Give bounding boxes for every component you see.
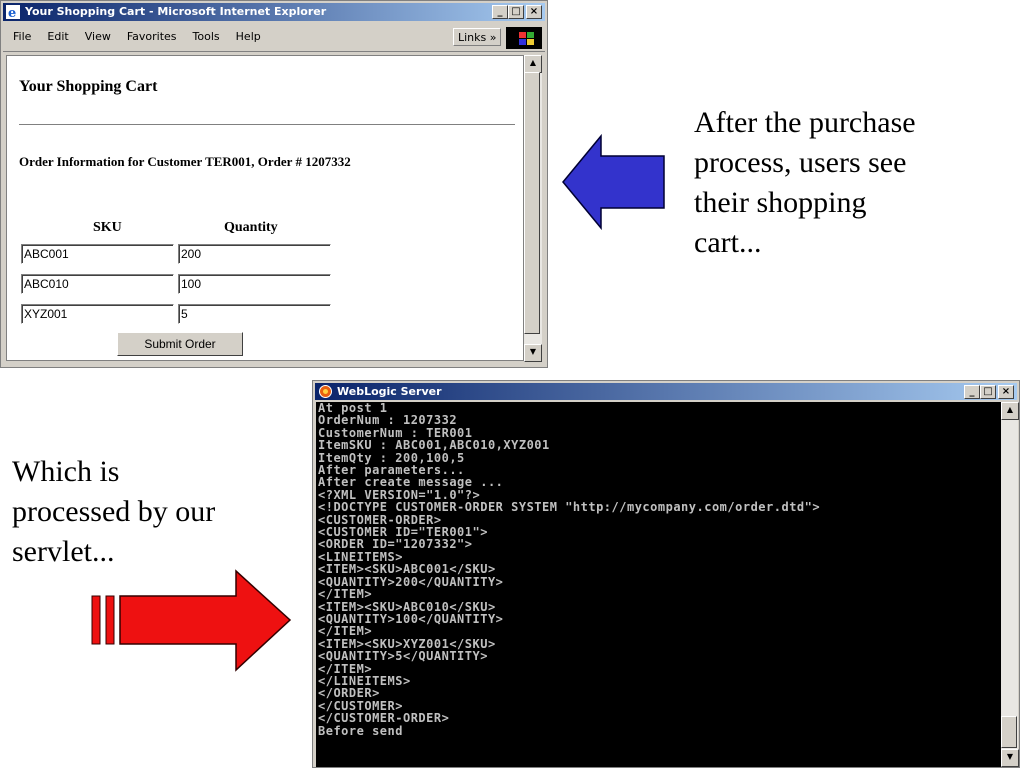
bottom-annotation: Which is processed by our servlet...	[12, 455, 216, 568]
scroll-up-icon[interactable]: ▲	[524, 55, 542, 73]
page-content: Your Shopping Cart Order Information for…	[6, 55, 524, 361]
console-title-bar: WebLogic Server _ □ ×	[315, 383, 1017, 400]
console-line: OrderNum : 1207332	[318, 413, 458, 428]
console-line: <QUANTITY>5</QUANTITY>	[318, 649, 488, 664]
console-line: <ORDER ID="1207332">	[318, 537, 473, 552]
scroll-down-icon[interactable]: ▼	[1001, 749, 1019, 767]
sku-column-header: SKU	[93, 220, 122, 235]
console-output: At post 1 OrderNum : 1207332 CustomerNum :…	[316, 402, 1001, 767]
console-line: ItemSKU : ABC001,ABC010,XYZ001	[318, 438, 550, 453]
ie-window-title: Your Shopping Cart - Microsoft Internet …	[25, 5, 327, 18]
page-title: Your Shopping Cart	[19, 78, 158, 95]
console-text: At post 1 OrderNum : 1207332 CustomerNum :…	[316, 402, 1001, 737]
console-line: <!DOCTYPE CUSTOMER-ORDER SYSTEM "http://…	[318, 500, 821, 515]
console-line: </ITEM>	[318, 661, 373, 676]
quantity-field[interactable]: 5	[178, 304, 331, 324]
console-line: <ITEM><SKU>ABC001</SKU>	[318, 562, 496, 577]
sku-field[interactable]: ABC010	[21, 274, 174, 294]
windows-logo-icon	[506, 27, 542, 49]
menu-edit[interactable]: Edit	[47, 30, 68, 43]
console-scrollbar[interactable]: ▲ ▼	[1001, 402, 1019, 767]
weblogic-console-window: WebLogic Server _ □ × At post 1 OrderNum …	[312, 380, 1020, 768]
submit-order-button[interactable]: Submit Order	[117, 332, 243, 356]
console-line: </ITEM>	[318, 587, 373, 602]
close-button[interactable]: ×	[998, 385, 1014, 399]
scroll-thumb[interactable]	[1001, 716, 1017, 748]
ie-window: e Your Shopping Cart - Microsoft Interne…	[0, 0, 548, 368]
quantity-field[interactable]: 200	[178, 244, 331, 264]
order-info-text: Order Information for Customer TER001, O…	[19, 154, 351, 169]
quantity-column-header: Quantity	[224, 220, 278, 235]
console-line: <QUANTITY>200</QUANTITY>	[318, 574, 504, 589]
minimize-button[interactable]: _	[964, 385, 980, 399]
left-arrow-icon	[562, 133, 665, 231]
console-line: </LINEITEMS>	[318, 673, 411, 688]
sku-field[interactable]: ABC001	[21, 244, 174, 264]
scroll-down-icon[interactable]: ▼	[524, 344, 542, 362]
ie-menu-bar: File Edit View Favorites Tools Help Link…	[3, 23, 545, 52]
quantity-field[interactable]: 100	[178, 274, 331, 294]
close-button[interactable]: ×	[526, 5, 542, 19]
maximize-button[interactable]: □	[980, 385, 996, 399]
weblogic-icon	[319, 385, 332, 398]
console-line: After create message ...	[318, 475, 504, 490]
sku-field[interactable]: XYZ001	[21, 304, 174, 324]
console-window-title: WebLogic Server	[337, 385, 442, 398]
internet-explorer-icon: e	[6, 5, 20, 19]
svg-text:e: e	[8, 6, 16, 19]
scroll-thumb[interactable]	[524, 72, 540, 334]
menu-favorites[interactable]: Favorites	[127, 30, 177, 43]
menu-view[interactable]: View	[85, 30, 111, 43]
minimize-button[interactable]: _	[492, 5, 508, 19]
console-line: </ITEM>	[318, 624, 373, 639]
console-line: <QUANTITY>100</QUANTITY>	[318, 611, 504, 626]
right-arrow-icon	[91, 569, 292, 672]
maximize-button[interactable]: □	[508, 5, 524, 19]
menu-file[interactable]: File	[13, 30, 31, 43]
console-line: </ORDER>	[318, 686, 380, 701]
menu-help[interactable]: Help	[236, 30, 261, 43]
console-line: Before send	[318, 723, 403, 738]
ie-scrollbar[interactable]: ▲ ▼	[524, 55, 542, 362]
console-line: </CUSTOMER-ORDER>	[318, 711, 450, 726]
ie-title-bar: e Your Shopping Cart - Microsoft Interne…	[3, 3, 545, 21]
menu-tools[interactable]: Tools	[193, 30, 220, 43]
divider	[19, 124, 515, 126]
top-annotation: After the purchase process, users see th…	[694, 106, 916, 259]
scroll-up-icon[interactable]: ▲	[1001, 402, 1019, 420]
links-toolbar-button[interactable]: Links »	[453, 28, 501, 46]
